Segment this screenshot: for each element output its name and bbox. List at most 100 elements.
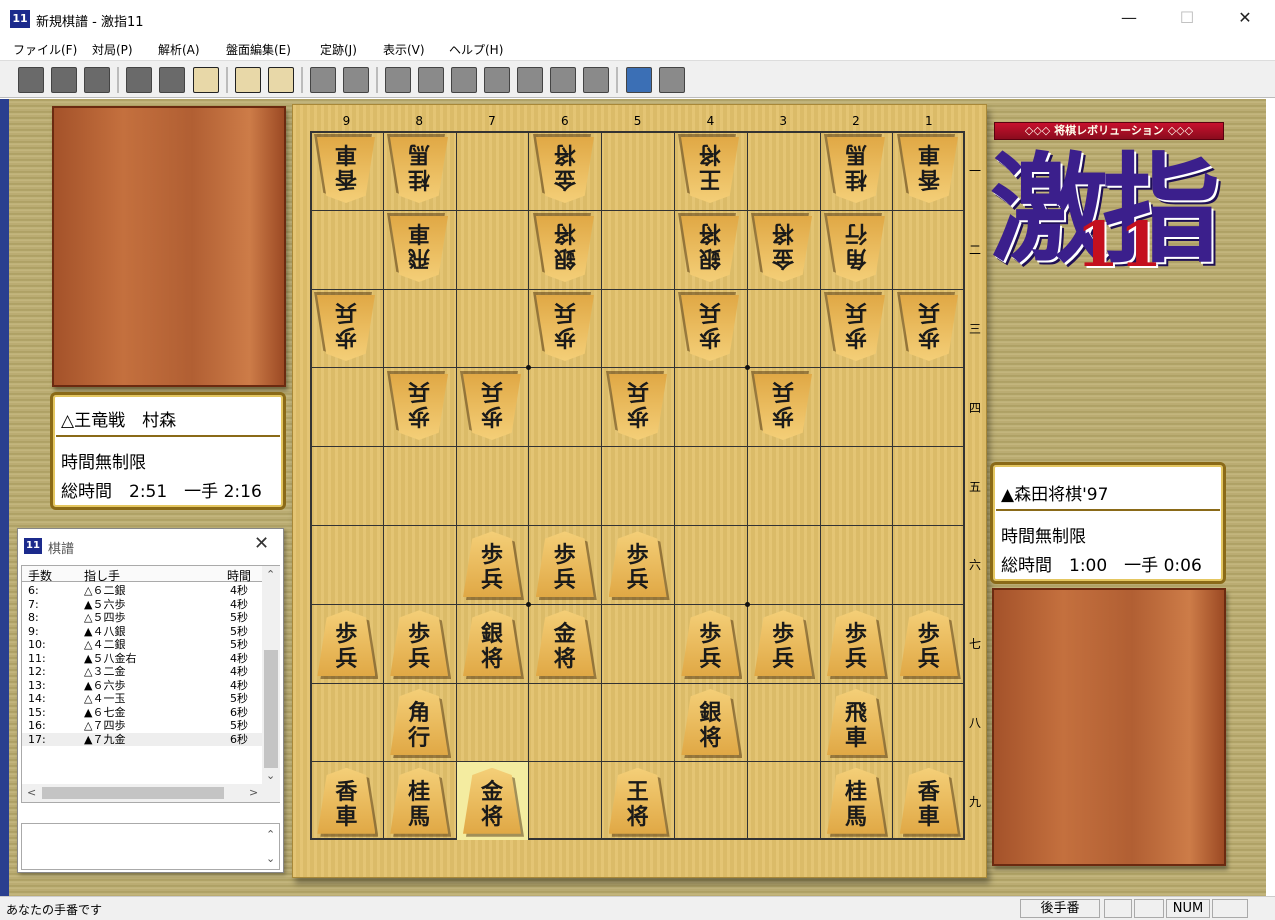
gote-piece[interactable]: 歩兵 xyxy=(754,374,812,440)
sente-piece[interactable]: 金将 xyxy=(463,767,524,837)
gote-piece[interactable]: 桂馬 xyxy=(827,137,885,203)
gote-piece[interactable]: 桂馬 xyxy=(390,137,448,203)
new-file-icon[interactable] xyxy=(18,67,44,93)
sente-piece[interactable]: 歩兵 xyxy=(535,531,597,601)
kifu-row[interactable]: 10: △４二銀 5秒 xyxy=(22,638,262,651)
sente-piece-stand[interactable] xyxy=(992,588,1226,866)
kifu-row[interactable]: 13: ▲６六歩 4秒 xyxy=(22,679,262,692)
stop-icon[interactable] xyxy=(484,67,510,93)
scroll-thumb[interactable] xyxy=(42,787,224,799)
kifu-vertical-scrollbar[interactable]: ⌃ ⌄ xyxy=(262,566,280,784)
gote-piece[interactable]: 香車 xyxy=(900,137,958,203)
scroll-up-icon[interactable]: ⌃ xyxy=(266,568,275,581)
menu-help[interactable]: ヘルプ(H) xyxy=(449,41,503,58)
menu-file[interactable]: ファイル(F) xyxy=(13,41,77,58)
kifu-row[interactable]: 14: △４一玉 5秒 xyxy=(22,692,262,705)
sente-piece[interactable]: 歩兵 xyxy=(390,610,452,680)
gote-piece[interactable]: 歩兵 xyxy=(827,295,885,361)
kifu-row[interactable]: 12: △３二金 4秒 xyxy=(22,665,262,678)
redo-icon[interactable] xyxy=(159,67,185,93)
gote-piece[interactable]: 香車 xyxy=(317,137,375,203)
gote-piece[interactable]: 王将 xyxy=(681,137,739,203)
gote-piece[interactable]: 歩兵 xyxy=(463,374,521,440)
forward-10-icon[interactable] xyxy=(550,67,576,93)
kifu-row[interactable]: 15: ▲６七金 6秒 xyxy=(22,706,262,719)
gote-piece[interactable]: 歩兵 xyxy=(536,295,594,361)
open-file-icon[interactable] xyxy=(51,67,77,93)
kifu-row[interactable]: 9: ▲４八銀 5秒 xyxy=(22,625,262,638)
kifu-list[interactable]: 手数 指し手 時間 6: △６二銀 4秒 7: ▲５六歩 4秒 8: △５四歩 5秒 9: ▲４八銀… xyxy=(21,565,280,803)
hand-icon[interactable] xyxy=(268,67,294,93)
close-icon[interactable]: ✕ xyxy=(254,533,269,554)
sente-piece[interactable]: 歩兵 xyxy=(463,531,524,601)
menu-joseki[interactable]: 定跡(J) xyxy=(320,41,357,58)
gote-piece-stand[interactable] xyxy=(52,106,286,387)
forward-1-icon[interactable] xyxy=(517,67,543,93)
sente-piece[interactable]: 香車 xyxy=(317,767,379,837)
menu-view[interactable]: 表示(V) xyxy=(383,41,425,58)
sente-piece[interactable]: 香車 xyxy=(899,767,961,837)
gote-piece[interactable]: 歩兵 xyxy=(609,374,667,440)
menu-analysis[interactable]: 解析(A) xyxy=(158,41,200,58)
column-time[interactable]: 時間 xyxy=(227,567,251,584)
kifu-horizontal-scrollbar[interactable]: < > xyxy=(22,784,280,802)
kifu-row[interactable]: 11: ▲５八金右 4秒 xyxy=(22,652,262,665)
gote-piece[interactable]: 銀将 xyxy=(536,216,594,282)
gote-piece[interactable]: 金将 xyxy=(754,216,812,282)
gote-piece[interactable]: 銀将 xyxy=(681,216,739,282)
kifu-row[interactable]: 7: ▲５六歩 4秒 xyxy=(22,598,262,611)
help-icon[interactable] xyxy=(659,67,685,93)
sente-piece[interactable]: 王将 xyxy=(608,767,670,837)
sente-piece[interactable]: 歩兵 xyxy=(827,610,888,680)
sente-piece[interactable]: 歩兵 xyxy=(899,610,961,680)
notation-marked-icon[interactable] xyxy=(343,67,369,93)
sente-piece[interactable]: 桂馬 xyxy=(827,767,888,837)
back-to-start-icon[interactable] xyxy=(385,67,411,93)
gote-piece[interactable]: 角行 xyxy=(827,216,885,282)
notation-icon[interactable] xyxy=(310,67,336,93)
gote-piece[interactable]: 金将 xyxy=(536,137,594,203)
kifu-row[interactable]: 17: ▲７九金 6秒 xyxy=(22,732,262,746)
gote-piece[interactable]: 飛車 xyxy=(390,216,448,282)
scroll-down-icon[interactable]: ⌄ xyxy=(266,769,275,782)
clock-icon[interactable] xyxy=(235,67,261,93)
sente-piece[interactable]: 銀将 xyxy=(681,689,743,758)
column-move[interactable]: 指し手 xyxy=(84,567,120,584)
sente-piece[interactable]: 角行 xyxy=(390,689,452,758)
piece-label: 歩兵 xyxy=(463,543,521,593)
board-edit-icon[interactable] xyxy=(193,67,219,93)
minimize-button[interactable]: — xyxy=(1100,0,1158,38)
kifu-row[interactable]: 6: △６二銀 4秒 xyxy=(22,584,262,597)
undo-icon[interactable] xyxy=(126,67,152,93)
scroll-right-icon[interactable]: > xyxy=(249,786,258,799)
sente-piece[interactable]: 銀将 xyxy=(463,610,524,680)
menu-game[interactable]: 対局(P) xyxy=(92,41,133,58)
gote-piece[interactable]: 歩兵 xyxy=(681,295,739,361)
scroll-thumb[interactable] xyxy=(264,650,278,768)
scroll-left-icon[interactable]: < xyxy=(27,786,36,799)
scroll-down-icon[interactable]: ⌄ xyxy=(266,852,275,865)
kifu-row[interactable]: 16: △７四歩 5秒 xyxy=(22,719,262,732)
sente-piece[interactable]: 桂馬 xyxy=(390,767,452,837)
save-file-icon[interactable] xyxy=(84,67,110,93)
sente-piece[interactable]: 歩兵 xyxy=(681,610,743,680)
close-button[interactable]: ✕ xyxy=(1216,0,1274,38)
menu-board-edit[interactable]: 盤面編集(E) xyxy=(226,41,291,58)
forward-to-end-icon[interactable] xyxy=(583,67,609,93)
sente-piece[interactable]: 歩兵 xyxy=(754,610,816,680)
gote-piece[interactable]: 歩兵 xyxy=(390,374,448,440)
maximize-button[interactable]: ☐ xyxy=(1158,0,1216,38)
back-10-icon[interactable] xyxy=(418,67,444,93)
computer-icon[interactable] xyxy=(626,67,652,93)
column-move-number[interactable]: 手数 xyxy=(28,567,52,584)
sente-piece[interactable]: 飛車 xyxy=(827,689,888,758)
sente-piece[interactable]: 歩兵 xyxy=(317,610,379,680)
sente-piece[interactable]: 歩兵 xyxy=(608,531,670,601)
gote-piece[interactable]: 歩兵 xyxy=(900,295,958,361)
scroll-up-icon[interactable]: ⌃ xyxy=(266,828,275,841)
kifu-comment-box[interactable]: ⌃ ⌄ xyxy=(21,823,280,870)
kifu-row[interactable]: 8: △５四歩 5秒 xyxy=(22,611,262,624)
gote-piece[interactable]: 歩兵 xyxy=(317,295,375,361)
sente-piece[interactable]: 金将 xyxy=(535,610,597,680)
back-1-icon[interactable] xyxy=(451,67,477,93)
